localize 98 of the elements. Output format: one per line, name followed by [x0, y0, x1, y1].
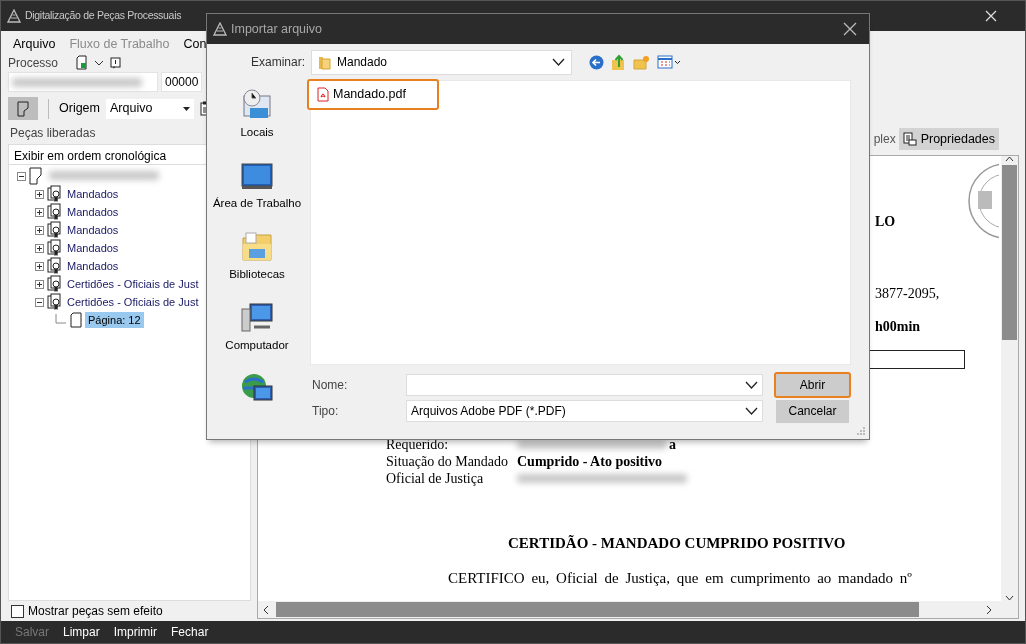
certificate-stack-icon [47, 239, 61, 257]
window-title: Digitalização de Peças Processuais [25, 8, 182, 24]
app-logo-icon [213, 22, 227, 36]
scrollbar-thumb[interactable] [1002, 165, 1017, 340]
chevron-down-icon [552, 58, 565, 66]
field-label: Oficial de Justiça [386, 470, 485, 487]
tree-item[interactable]: Certidões - Oficiais de Just [64, 293, 202, 311]
toolbar-button[interactable]: Fechar [171, 623, 209, 641]
certificate-stack-icon [47, 257, 61, 275]
document-heading: CERTIDÃO - MANDADO CUMPRIDO POSITIVO [508, 535, 843, 552]
document-text: h00min [875, 318, 921, 335]
view-tab[interactable]: plex [871, 128, 896, 150]
plus-icon [36, 262, 43, 270]
document-text: LO [875, 213, 896, 230]
process-number-field[interactable] [8, 72, 158, 92]
field-label: Nome: [311, 377, 349, 394]
collapse-button[interactable] [35, 297, 44, 307]
tree-item[interactable]: Mandados [64, 239, 122, 257]
cancel-button[interactable]: Cancelar [776, 399, 849, 423]
expand-button[interactable] [35, 279, 44, 289]
field-value: Cumprido - Ato positivo [517, 453, 663, 470]
folder-icon [318, 54, 331, 70]
field-label: Requerido: [386, 436, 450, 453]
scroll-left-icon[interactable] [262, 604, 270, 615]
document-icon[interactable] [76, 55, 89, 70]
document-icon [17, 100, 29, 117]
network-icon [240, 372, 274, 404]
plus-icon [36, 280, 43, 288]
tree-item[interactable]: Mandados [64, 185, 122, 203]
plus-icon [36, 244, 43, 252]
close-icon [985, 10, 997, 22]
document-icon [29, 167, 42, 185]
folder-select[interactable]: Mandado [311, 49, 572, 75]
menu-item[interactable]: Arquivo [13, 35, 56, 54]
toolbar-button[interactable]: Limpar [63, 623, 100, 641]
process-suffix-field[interactable]: 00000 [161, 72, 202, 92]
tree-item[interactable]: Certidões - Oficiais de Just [64, 275, 202, 293]
folder-up-icon[interactable] [611, 53, 626, 71]
note-icon[interactable] [110, 56, 122, 69]
collapse-button[interactable] [17, 171, 26, 181]
expand-button[interactable] [35, 189, 44, 199]
chevron-down-icon [745, 407, 758, 415]
expand-button[interactable] [35, 225, 44, 235]
plus-icon [36, 208, 43, 216]
dialog-title: Importar arquivo [231, 20, 322, 38]
origin-label: Origem [59, 100, 100, 118]
place-shortcut[interactable]: Computador [225, 297, 289, 368]
tree-item[interactable]: Página: 12 [85, 311, 144, 329]
toolbar-button[interactable]: Imprimir [113, 623, 158, 641]
file-name-field[interactable] [406, 374, 763, 396]
checkbox[interactable] [11, 604, 24, 618]
tree-item[interactable]: Mandados [64, 203, 122, 221]
field-label: Examinar: [249, 54, 305, 71]
place-shortcut[interactable]: Bibliotecas [229, 226, 285, 297]
file-type-select[interactable]: Arquivos Adobe PDF (*.PDF) [406, 400, 763, 422]
document-text: 3877-2095, [875, 285, 940, 302]
chevron-down-icon[interactable] [94, 59, 105, 66]
toggle-button[interactable] [8, 97, 38, 120]
expand-button[interactable] [35, 261, 44, 271]
scrollbar-thumb[interactable] [276, 602, 919, 617]
certificate-stack-icon [47, 221, 61, 239]
certificate-stack-icon [47, 203, 61, 221]
document-paragraph: CERTIFICO eu, Oficial de Justiça, que em cumprimento ao mandado nº [448, 570, 912, 587]
certificate-stack-icon [47, 185, 61, 203]
plus-icon [36, 226, 43, 234]
field-label: Situação do Mandado [386, 453, 510, 470]
menu-item[interactable]: Con [183, 35, 207, 54]
app-logo-icon [7, 9, 21, 23]
plus-icon [36, 190, 43, 198]
page-icon [70, 312, 82, 328]
computer-icon [240, 301, 274, 333]
tree-item[interactable]: Mandados [64, 221, 122, 239]
expand-button[interactable] [35, 207, 44, 217]
chevron-down-icon [745, 381, 758, 389]
origin-select[interactable]: Arquivo [106, 98, 194, 119]
close-icon [843, 22, 857, 36]
open-button[interactable]: Abrir [774, 372, 851, 398]
checkbox-label: Mostrar peças sem efeito [28, 603, 163, 620]
scroll-up-icon[interactable] [1005, 156, 1014, 162]
tree-connector-line [53, 314, 67, 326]
view-menu-icon[interactable] [657, 55, 681, 69]
file-item[interactable]: Mandado.pdf [307, 79, 439, 110]
certificate-stack-icon [47, 293, 61, 311]
field-label: Processo [8, 54, 59, 72]
pdf-file-icon [317, 87, 329, 102]
view-tab[interactable]: Propriedades [898, 127, 999, 151]
field-label: Tipo: [311, 403, 340, 420]
recent-places-icon [240, 88, 274, 120]
scroll-right-icon[interactable] [985, 604, 993, 615]
certificate-stack-icon [47, 275, 61, 293]
scroll-down-icon[interactable] [1005, 595, 1014, 601]
field-value: a [669, 436, 676, 453]
dropdown-arrow-icon [183, 106, 190, 111]
expand-button[interactable] [35, 243, 44, 253]
resize-grip-icon[interactable] [856, 426, 866, 436]
tree-item[interactable]: Mandados [64, 257, 122, 275]
libraries-icon [240, 230, 274, 262]
properties-icon [902, 132, 917, 146]
